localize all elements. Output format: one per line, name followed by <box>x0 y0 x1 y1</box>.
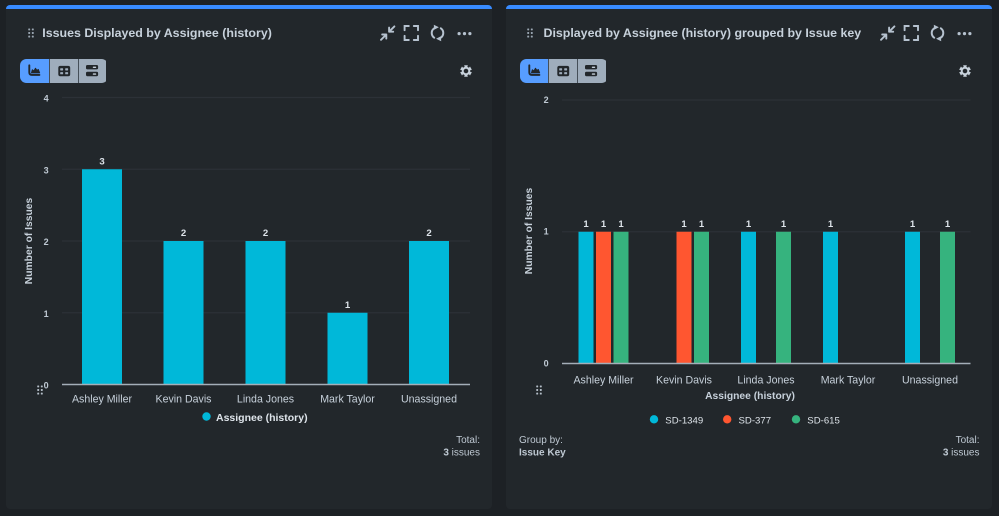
svg-text:2: 2 <box>543 95 548 105</box>
svg-text:1: 1 <box>543 227 548 237</box>
svg-text:Issue Key: Issue Key <box>519 448 566 459</box>
svg-text:3: 3 <box>99 156 104 167</box>
svg-text:SD-1349: SD-1349 <box>665 415 703 426</box>
svg-text:1: 1 <box>681 219 687 230</box>
svg-text:1: 1 <box>600 219 606 230</box>
svg-text:0: 0 <box>543 358 548 368</box>
svg-text:Mark Taylor: Mark Taylor <box>820 374 875 386</box>
svg-text:Unassigned: Unassigned <box>401 394 457 406</box>
svg-text:2: 2 <box>263 228 268 239</box>
svg-text:Linda Jones: Linda Jones <box>237 394 294 406</box>
svg-text:Mark Taylor: Mark Taylor <box>320 394 375 406</box>
svg-text:1: 1 <box>44 309 49 319</box>
svg-text:3 issues: 3 issues <box>443 448 480 459</box>
svg-text:Linda Jones: Linda Jones <box>737 374 794 386</box>
svg-text:1: 1 <box>780 219 786 230</box>
svg-text:1: 1 <box>827 219 833 230</box>
svg-text:4: 4 <box>44 94 49 104</box>
svg-text:Kevin Davis: Kevin Davis <box>656 374 712 386</box>
svg-text:3 issues: 3 issues <box>942 448 979 459</box>
svg-text:1: 1 <box>618 219 624 230</box>
svg-text:Ashley Miller: Ashley Miller <box>573 374 634 386</box>
svg-text:1: 1 <box>698 219 704 230</box>
svg-text:1: 1 <box>745 219 751 230</box>
svg-text:2: 2 <box>44 237 49 247</box>
svg-text:SD-377: SD-377 <box>738 415 771 426</box>
svg-text:Number of Issues: Number of Issues <box>24 198 35 285</box>
svg-text:Number of Issues: Number of Issues <box>524 188 535 275</box>
svg-text:1: 1 <box>909 219 915 230</box>
svg-text:Assignee (history): Assignee (history) <box>705 391 795 402</box>
svg-text:Total:: Total: <box>955 435 979 446</box>
svg-text:3: 3 <box>44 165 49 175</box>
svg-text:Unassigned: Unassigned <box>902 374 958 386</box>
svg-text:2: 2 <box>181 228 186 239</box>
svg-text:2: 2 <box>426 228 431 239</box>
svg-text:Kevin Davis: Kevin Davis <box>156 394 212 406</box>
svg-text:Group by:: Group by: <box>519 435 563 446</box>
svg-text:1: 1 <box>345 300 351 311</box>
svg-text:1: 1 <box>944 219 950 230</box>
svg-text:SD-615: SD-615 <box>807 415 840 426</box>
svg-text:Assignee (history): Assignee (history) <box>216 412 308 424</box>
svg-text:Ashley Miller: Ashley Miller <box>72 394 133 406</box>
svg-text:Total:: Total: <box>456 435 480 446</box>
svg-text:1: 1 <box>583 219 589 230</box>
